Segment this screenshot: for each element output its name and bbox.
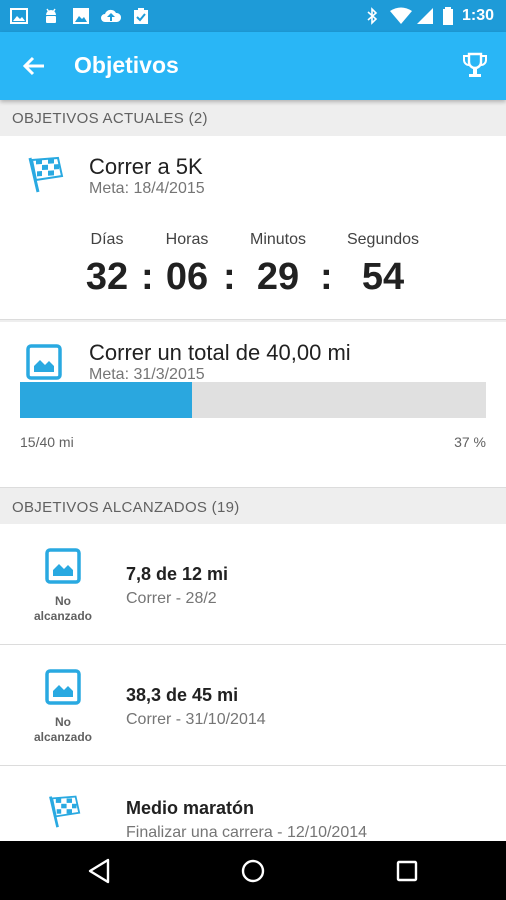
goal-progress-fill — [20, 382, 193, 418]
trophy-icon[interactable] — [462, 52, 488, 80]
goal-progress-bar — [20, 382, 486, 418]
system-nav-bar — [0, 841, 506, 900]
battery-icon — [443, 7, 453, 25]
countdown-minutes-label: Minutos — [249, 231, 307, 248]
chart-icon — [26, 344, 62, 380]
countdown-separator: : — [223, 256, 236, 298]
countdown-hours-label: Horas — [165, 231, 209, 248]
goal-title: Correr un total de 40,00 mi — [89, 340, 351, 365]
status-bar: 1:30 — [0, 0, 506, 32]
status-line: No — [55, 594, 71, 608]
goal-target-date: Meta: 18/4/2015 — [89, 180, 205, 197]
goal-icon-wrap — [24, 792, 102, 835]
goal-title: 7,8 de 12 mi — [126, 564, 229, 584]
status-line: alcanzado — [33, 609, 93, 623]
goal-status: No alcanzado — [18, 594, 108, 624]
goal-subtitle: Finalizar una carrera - 12/10/2014 — [126, 824, 368, 841]
chart-icon — [45, 669, 81, 705]
goal-title: Correr a 5K — [89, 154, 203, 179]
clipboard-check-icon — [134, 8, 148, 24]
page-title: Objetivos — [74, 52, 179, 78]
goal-icon-wrap — [24, 669, 102, 710]
goal-title: Medio maratón — [126, 798, 255, 818]
goal-subtitle: Correr - 28/2 — [126, 590, 217, 607]
goal-progress-percent: 37 % — [454, 434, 486, 450]
checkered-flag-icon — [49, 795, 81, 828]
android-icon — [46, 8, 56, 23]
image-icon — [10, 8, 28, 24]
back-icon[interactable] — [86, 857, 114, 885]
list-item[interactable]: No alcanzado 38,3 de 45 mi Correr - 31/1… — [0, 645, 506, 766]
achieved-goals-header: OBJETIVOS ALCANZADOS (19) — [0, 488, 506, 524]
recents-icon[interactable] — [393, 857, 421, 885]
cloud-upload-icon — [101, 9, 122, 22]
signal-icon — [417, 8, 433, 24]
checkered-flag-icon — [28, 156, 64, 193]
status-line: alcanzado — [33, 730, 93, 744]
countdown-minutes-value: 29 — [256, 256, 300, 298]
main-content: OBJETIVOS ACTUALES (2) Correr a 5K Meta:… — [0, 100, 506, 841]
status-line: No — [55, 715, 71, 729]
goal-title: 38,3 de 45 mi — [126, 685, 239, 705]
countdown-hours-value: 06 — [165, 256, 209, 298]
goal-card-total-distance[interactable]: Correr un total de 40,00 mi Meta: 31/3/2… — [0, 322, 506, 488]
goal-icon-wrap — [24, 548, 102, 589]
gallery-icon — [73, 8, 89, 24]
goal-progress-amount: 15/40 mi — [20, 434, 74, 450]
goal-subtitle: Correr - 31/10/2014 — [126, 711, 266, 728]
countdown-seconds-label: Segundos — [346, 231, 420, 248]
goal-card-5k[interactable]: Correr a 5K Meta: 18/4/2015 Días Horas M… — [0, 136, 506, 320]
countdown-days-label: Días — [90, 231, 124, 248]
back-arrow-icon[interactable] — [20, 52, 48, 80]
current-goals-header: OBJETIVOS ACTUALES (2) — [0, 100, 506, 136]
countdown-days-value: 32 — [85, 256, 129, 298]
chart-icon — [45, 548, 81, 584]
wifi-icon — [390, 7, 412, 24]
bluetooth-icon — [367, 7, 378, 25]
home-icon[interactable] — [239, 857, 267, 885]
list-item[interactable]: Medio maratón Finalizar una carrera - 12… — [0, 766, 506, 841]
countdown-seconds-value: 54 — [361, 256, 405, 298]
goal-status: No alcanzado — [18, 715, 108, 745]
app-bar: Objetivos — [0, 32, 506, 100]
clock-time: 1:30 — [461, 7, 494, 24]
countdown-separator: : — [320, 256, 333, 298]
countdown-separator: : — [141, 256, 154, 298]
list-item[interactable]: No alcanzado 7,8 de 12 mi Correr - 28/2 — [0, 524, 506, 645]
